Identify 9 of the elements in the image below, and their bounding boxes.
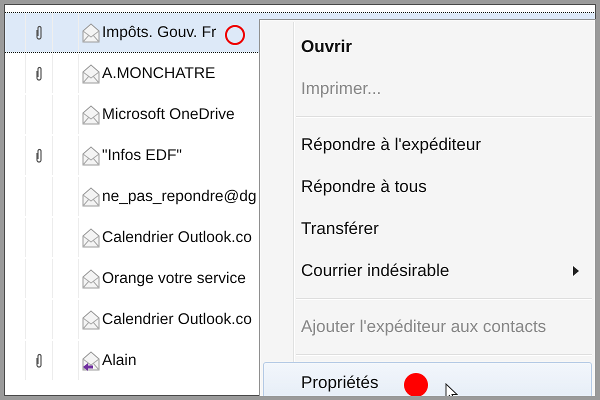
sender-name: Alain [102, 352, 136, 370]
sender-name: Calendrier Outlook.co [102, 310, 252, 328]
sender-name: ne_pas_repondre@dg [102, 188, 256, 206]
sender-name: Orange votre service [102, 270, 246, 288]
sender-name: A.MONCHATRE [102, 64, 216, 82]
sender-name: "Infos EDF" [102, 146, 182, 164]
sender-name: Impôts. Gouv. Fr [102, 24, 216, 42]
sender-name: Microsoft OneDrive [102, 106, 235, 124]
sender-name: Calendrier Outlook.co [102, 228, 252, 246]
